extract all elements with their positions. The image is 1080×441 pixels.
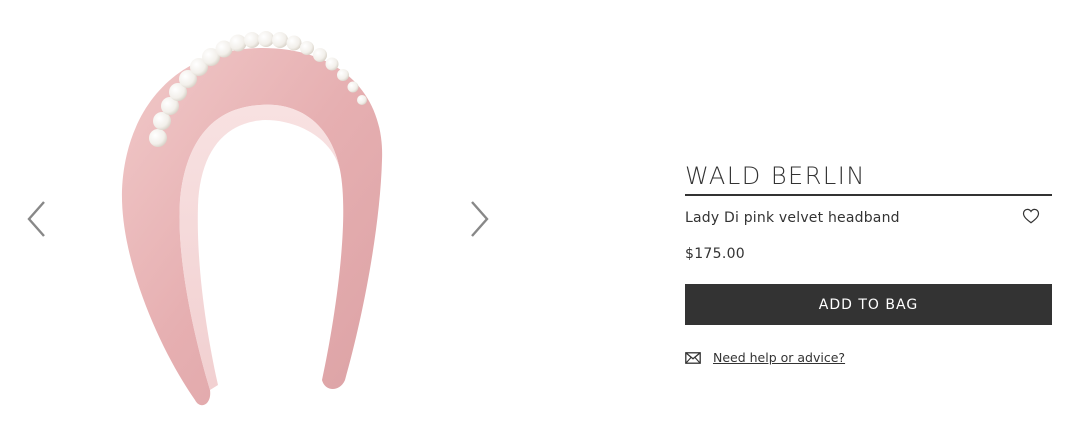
help-link[interactable]: Need help or advice? [713,350,845,365]
heart-outline-icon[interactable] [1022,207,1040,225]
product-name: Lady Di pink velvet headband [685,210,900,226]
product-details: WALD BERLIN Lady Di pink velvet headband… [685,160,1052,365]
chevron-right-icon[interactable] [464,198,494,240]
product-image [121,31,383,406]
product-price: $175.00 [685,246,745,262]
chevron-left-icon[interactable] [22,198,52,240]
envelope-icon [685,351,701,364]
brand-name[interactable]: WALD BERLIN [685,160,1052,196]
product-name-row: Lady Di pink velvet headband [685,207,1052,226]
add-to-bag-button[interactable]: ADD TO BAG [685,284,1052,325]
product-gallery [0,0,520,441]
help-row: Need help or advice? [685,350,1052,365]
